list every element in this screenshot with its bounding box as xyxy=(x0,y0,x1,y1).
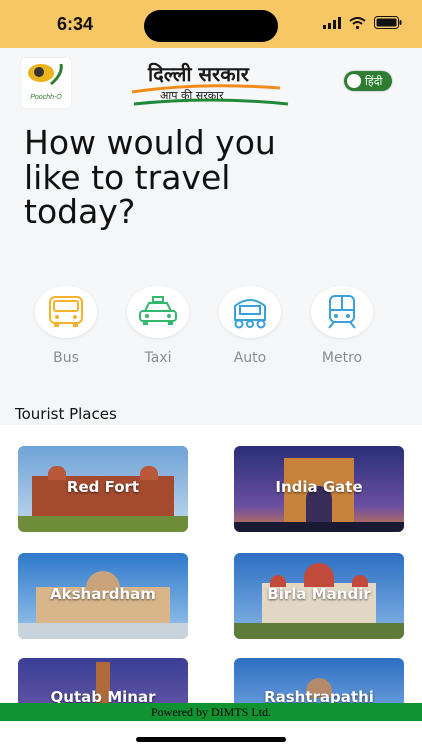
mode-label: Taxi xyxy=(144,350,172,366)
home-indicator[interactable] xyxy=(136,737,286,742)
mode-label: Metro xyxy=(321,350,363,366)
signal-icon xyxy=(323,16,341,29)
card-ground xyxy=(18,623,188,639)
place-name: Akshardham xyxy=(50,585,156,603)
tourist-places-title: Tourist Places xyxy=(15,405,117,423)
auto-rickshaw-icon xyxy=(234,299,266,329)
delhi-govt-logo: दिल्ली सरकार आप की सरकार xyxy=(130,60,290,110)
place-name: Rashtrapathi xyxy=(264,688,374,703)
mode-bus-circle xyxy=(35,286,97,338)
page-heading: How would you like to travel today? xyxy=(24,123,276,231)
language-toggle-label: हिंदी xyxy=(365,74,383,88)
govt-subtitle: आप की सरकार xyxy=(160,89,224,102)
mode-taxi[interactable]: Taxi xyxy=(116,286,200,366)
status-bar: 6:34 xyxy=(0,0,422,48)
logo-leaf-icon xyxy=(50,64,63,86)
place-card-birla-mandir[interactable]: Birla Mandir xyxy=(234,553,404,639)
place-name: Birla Mandir xyxy=(267,585,371,603)
place-name: India Gate xyxy=(275,478,363,496)
card-ground xyxy=(234,522,404,532)
card-ground xyxy=(234,623,404,639)
mode-taxi-circle xyxy=(127,286,189,338)
place-card-red-fort[interactable]: Red Fort xyxy=(18,446,188,532)
mode-metro-circle xyxy=(311,286,373,338)
bus-icon xyxy=(49,296,83,327)
battery-icon xyxy=(374,16,402,29)
toggle-knob xyxy=(347,74,361,88)
metro-icon xyxy=(328,295,356,329)
taxi-icon xyxy=(139,296,177,325)
logo-caption: Poochh-O xyxy=(30,94,62,101)
place-card-qutab-minar[interactable]: Qutab Minar xyxy=(18,658,188,703)
mode-label: Bus xyxy=(53,350,79,366)
dynamic-island xyxy=(144,10,278,42)
footer-powered-by: Powered by DIMTS Ltd. xyxy=(0,703,422,721)
mode-bus[interactable]: Bus xyxy=(24,286,108,366)
mode-metro[interactable]: Metro xyxy=(300,286,384,366)
mode-auto[interactable]: Auto xyxy=(208,286,292,366)
birla-mandir-shikhara xyxy=(304,563,334,587)
status-icons xyxy=(323,16,402,29)
place-name: Qutab Minar xyxy=(50,688,156,703)
logo-pupil xyxy=(34,67,44,77)
place-card-rashtrapathi[interactable]: Rashtrapathi xyxy=(234,658,404,703)
app-logo: Poochh-O xyxy=(21,58,71,108)
mode-label: Auto xyxy=(233,350,267,366)
travel-modes: Bus Taxi Auto Metro xyxy=(20,286,400,366)
mode-auto-circle xyxy=(219,286,281,338)
card-ground xyxy=(18,516,188,532)
place-card-india-gate[interactable]: India Gate xyxy=(234,446,404,532)
wifi-icon xyxy=(349,16,366,29)
place-name: Red Fort xyxy=(66,478,140,496)
bottom-safe-area xyxy=(0,721,422,750)
language-toggle[interactable]: हिंदी xyxy=(344,71,392,91)
place-card-akshardham[interactable]: Akshardham xyxy=(18,553,188,639)
tourist-places-grid: Red Fort India Gate Akshardham Birla Man… xyxy=(0,425,422,703)
status-time: 6:34 xyxy=(57,14,94,34)
